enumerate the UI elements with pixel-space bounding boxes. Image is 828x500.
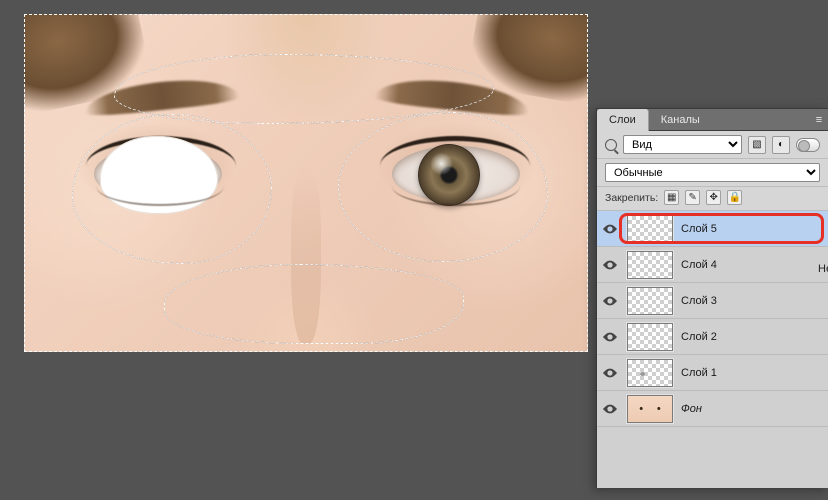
visibility-eye-icon[interactable]: [601, 364, 619, 382]
layer-filter-kind-select[interactable]: Вид: [623, 135, 742, 154]
layer-name-label[interactable]: Фон: [681, 403, 702, 415]
layer-name-label[interactable]: Слой 4: [681, 259, 717, 271]
layer-thumbnail[interactable]: [627, 215, 673, 243]
visibility-eye-icon[interactable]: [601, 256, 619, 274]
filter-pixel-icon[interactable]: ▧: [748, 136, 766, 154]
visibility-eye-icon[interactable]: [601, 220, 619, 238]
layer-row[interactable]: Слой 1: [597, 355, 828, 391]
opacity-label-cropped: Не: [818, 263, 828, 283]
visibility-eye-icon[interactable]: [601, 400, 619, 418]
layer-row[interactable]: Слой 5: [597, 211, 828, 247]
search-icon: [605, 139, 617, 151]
panel-tab-bar: Слои Каналы ≡: [597, 109, 828, 131]
layer-thumbnail[interactable]: [627, 287, 673, 315]
visibility-eye-icon[interactable]: [601, 328, 619, 346]
lock-row: Закрепить: ▦ ✎ ✥ 🔒: [597, 187, 828, 211]
layer-filter-row: Вид ▧ ◐: [597, 131, 828, 159]
document-image[interactable]: [24, 14, 588, 352]
blend-opacity-row: Обычные Не: [597, 159, 828, 187]
lock-pixels-icon[interactable]: ✎: [685, 190, 700, 205]
lock-label: Закрепить:: [605, 192, 658, 204]
layer-thumbnail[interactable]: [627, 251, 673, 279]
layer-thumbnail[interactable]: [627, 323, 673, 351]
tab-channels[interactable]: Каналы: [649, 111, 712, 128]
visibility-eye-icon[interactable]: [601, 292, 619, 310]
blend-mode-select[interactable]: Обычные: [605, 163, 820, 182]
layer-thumbnail[interactable]: [627, 359, 673, 387]
layer-row[interactable]: Слой 2: [597, 319, 828, 355]
lock-position-icon[interactable]: ✥: [706, 190, 721, 205]
lock-all-icon[interactable]: 🔒: [727, 190, 742, 205]
layer-name-label[interactable]: Слой 5: [681, 223, 717, 235]
lock-transparency-icon[interactable]: ▦: [664, 190, 679, 205]
panel-flyout-menu-icon[interactable]: ≡: [810, 114, 828, 126]
layers-panel: Слои Каналы ≡ Вид ▧ ◐ Обычные Не Закрепи…: [596, 108, 828, 488]
tab-layers[interactable]: Слои: [597, 109, 649, 131]
filter-toggle[interactable]: [796, 138, 820, 152]
filter-adjust-icon[interactable]: ◐: [772, 136, 790, 154]
layer-name-label[interactable]: Слой 2: [681, 331, 717, 343]
layer-row[interactable]: Фон: [597, 391, 828, 427]
layer-row[interactable]: Слой 3: [597, 283, 828, 319]
layer-name-label[interactable]: Слой 3: [681, 295, 717, 307]
layer-name-label[interactable]: Слой 1: [681, 367, 717, 379]
layer-thumbnail[interactable]: [627, 395, 673, 423]
nose-bridge: [291, 164, 321, 344]
layers-list: Слой 5 Слой 4 Слой 3 Слой 2 Слой 1 Фон: [597, 211, 828, 488]
layer-row[interactable]: Слой 4: [597, 247, 828, 283]
